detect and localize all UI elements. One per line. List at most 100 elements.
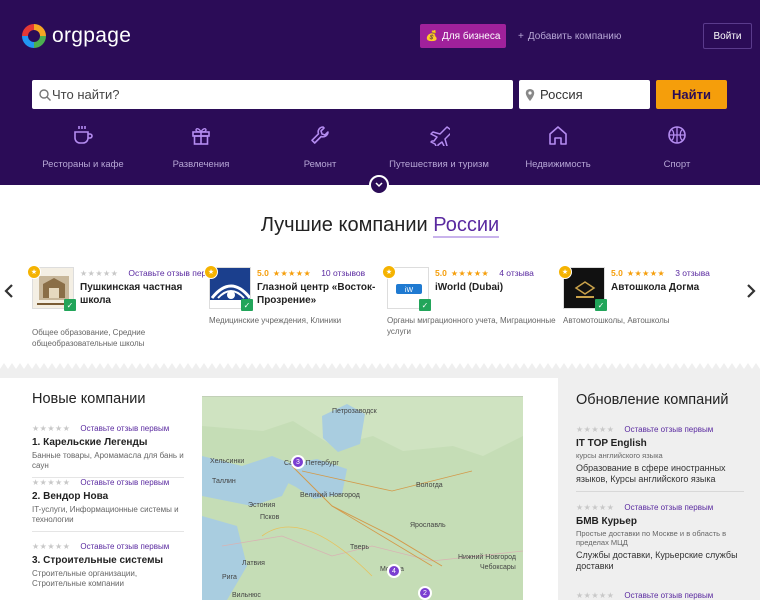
stars-icon: ★★★★★ xyxy=(32,542,71,551)
card-company-name[interactable]: Глазной центр «Восток-Прозрение» xyxy=(257,281,377,307)
best-company-card[interactable]: ★ ✓ 5.0 ★★★★★ 10 отзывов Глазной центр «… xyxy=(204,265,377,347)
stars-icon: ★★★★★ xyxy=(576,425,615,434)
companies-map[interactable]: Петрозаводск Хельсинки Санкт-Петербург Т… xyxy=(202,396,523,600)
location-pin-icon xyxy=(525,88,535,101)
card-company-name[interactable]: Автошкола Догма xyxy=(611,281,731,294)
map-label: Эстония xyxy=(248,502,276,509)
card-rating: 5.0 ★★★★★ 4 отзыва xyxy=(435,268,534,278)
card-company-name[interactable]: Пушкинская частная школа xyxy=(80,281,200,307)
house-icon xyxy=(549,126,567,145)
map-label: Тверь xyxy=(350,544,370,551)
region-input[interactable] xyxy=(540,87,650,102)
company-categories: Образование в сфере иностранных языков, … xyxy=(576,463,726,484)
best-company-card[interactable]: ★ iW ✓ 5.0 ★★★★★ 4 отзыва iWorld (Dubai)… xyxy=(382,265,556,347)
best-company-card[interactable]: ★ ✓ 5.0 ★★★★★ 3 отзыва Автошкола Догма А… xyxy=(558,265,731,347)
stars-icon: ★★★★★ xyxy=(576,503,615,512)
category-label: Путешествия и туризм xyxy=(389,159,489,170)
crown-icon: ★ xyxy=(27,265,41,279)
stars-icon: ★★★★★ xyxy=(576,591,615,600)
login-button[interactable]: Войти xyxy=(703,23,752,49)
map-label: Псков xyxy=(260,514,280,521)
map-label: Ярославль xyxy=(410,522,446,529)
map-pin[interactable]: 2 xyxy=(418,586,432,600)
rating-value: 5.0 xyxy=(257,268,269,278)
svg-text:iW: iW xyxy=(405,287,414,294)
ball-icon xyxy=(668,126,686,144)
best-company-card[interactable]: ★ ✓ ★★★★★ Оставьте отзыв первым Пушкинск… xyxy=(27,265,223,348)
list-item: ★★★★★ Оставьте отзыв первым 2. Вендор Нов… xyxy=(32,478,184,532)
company-name-link[interactable]: 3. Строительные системы xyxy=(32,555,184,566)
category-entertainment[interactable]: Развлечения xyxy=(141,124,261,170)
review-first-link[interactable]: Оставьте отзыв первым xyxy=(624,503,713,512)
find-button[interactable]: Найти xyxy=(656,80,727,109)
review-first-link[interactable]: Оставьте отзыв первым xyxy=(80,478,169,487)
card-rating: 5.0 ★★★★★ 10 отзывов xyxy=(257,268,365,278)
company-subtitle: курсы английского языка xyxy=(576,451,663,460)
search-field[interactable] xyxy=(32,80,513,109)
crown-icon: ★ xyxy=(558,265,572,279)
region-field[interactable] xyxy=(519,80,650,109)
company-categories: Службы доставки, Курьерские службы доста… xyxy=(576,550,738,571)
category-sport[interactable]: Спорт xyxy=(617,124,737,170)
logo-text: orgpage xyxy=(52,24,132,47)
category-realty[interactable]: Недвижимость xyxy=(498,124,618,170)
company-name-link[interactable]: БМВ Курьер xyxy=(576,516,744,527)
search-icon xyxy=(39,88,51,101)
scroll-down-button[interactable] xyxy=(369,175,389,195)
for-business-button[interactable]: 💰 Для бизнеса xyxy=(420,24,506,48)
add-company-label: Добавить компанию xyxy=(527,30,622,42)
rating-value: 5.0 xyxy=(435,268,447,278)
review-first-link[interactable]: Оставьте отзыв первым xyxy=(80,542,169,551)
company-name-link[interactable]: 1. Карельские Легенды xyxy=(32,437,184,448)
list-item: ★★★★★ Оставьте отзыв первым БМВ Курьер Пр… xyxy=(576,503,744,572)
logo[interactable]: orgpage xyxy=(22,24,131,48)
stars-icon: ★★★★★ xyxy=(272,268,312,278)
divider xyxy=(576,491,744,492)
review-first-link[interactable]: Оставьте отзыв первым xyxy=(80,424,169,433)
coffee-cup-icon xyxy=(74,126,93,144)
money-bag-icon: 💰 xyxy=(425,30,439,42)
map-label: Великий Новгород xyxy=(300,492,360,499)
verified-check-icon: ✓ xyxy=(241,299,253,311)
list-item: ★★★★★ Оставьте отзыв первым IT TOP Englis… xyxy=(576,425,744,492)
map-label: Вологда xyxy=(416,482,443,489)
card-rating: ★★★★★ Оставьте отзыв первым xyxy=(80,268,223,278)
updates-panel: Обновление компаний ★★★★★ Оставьте отзыв … xyxy=(558,376,760,600)
reviews-count[interactable]: 4 отзыва xyxy=(499,268,534,278)
company-desc: Строительные организации, Строительные к… xyxy=(32,569,138,588)
map-label: Петрозаводск xyxy=(332,408,377,415)
map-label: Чебоксары xyxy=(480,564,516,571)
new-companies-title: Новые компании xyxy=(32,391,146,407)
list-item: ★★★★★ Оставьте отзыв первым 3. Строительн… xyxy=(32,542,184,589)
for-business-label: Для бизнеса xyxy=(442,30,501,42)
company-subtitle: Простые доставки по Москве и в область в… xyxy=(576,529,727,547)
search-input[interactable] xyxy=(52,87,513,102)
list-item: ★★★★★ Оставьте отзыв первым xyxy=(576,591,744,600)
category-travel[interactable]: Путешествия и туризм xyxy=(379,124,499,170)
reviews-count[interactable]: 10 отзывов xyxy=(321,268,365,278)
category-repair[interactable]: Ремонт xyxy=(260,124,380,170)
company-name-link[interactable]: IT TOP English xyxy=(576,438,744,449)
map-pin[interactable]: 3 xyxy=(291,455,305,469)
wrench-icon xyxy=(311,126,329,144)
verified-check-icon: ✓ xyxy=(419,299,431,311)
card-categories: Автомотошколы, Автошколы xyxy=(563,316,670,325)
best-title-region-link[interactable]: России xyxy=(433,214,500,238)
crown-icon: ★ xyxy=(382,265,396,279)
map-pin[interactable]: 4 xyxy=(387,564,401,578)
add-company-link[interactable]: + Добавить компанию xyxy=(518,24,621,48)
card-company-name[interactable]: iWorld (Dubai) xyxy=(435,281,555,294)
carousel-prev-button[interactable] xyxy=(4,282,14,305)
company-name-link[interactable]: 2. Вендор Нова xyxy=(32,491,184,502)
updates-title: Обновление компаний xyxy=(576,392,729,408)
carousel-next-button[interactable] xyxy=(746,282,756,305)
reviews-count[interactable]: 3 отзыва xyxy=(675,268,710,278)
map-label: Латвия xyxy=(242,560,265,567)
stars-icon: ★★★★★ xyxy=(32,478,71,487)
review-first-link[interactable]: Оставьте отзыв первым xyxy=(624,591,713,600)
divider xyxy=(32,531,184,532)
review-first-link[interactable]: Оставьте отзыв первым xyxy=(624,425,713,434)
category-label: Спорт xyxy=(663,159,691,170)
stars-icon: ★★★★★ xyxy=(32,424,71,433)
category-restaurants[interactable]: Рестораны и кафе xyxy=(23,124,143,170)
